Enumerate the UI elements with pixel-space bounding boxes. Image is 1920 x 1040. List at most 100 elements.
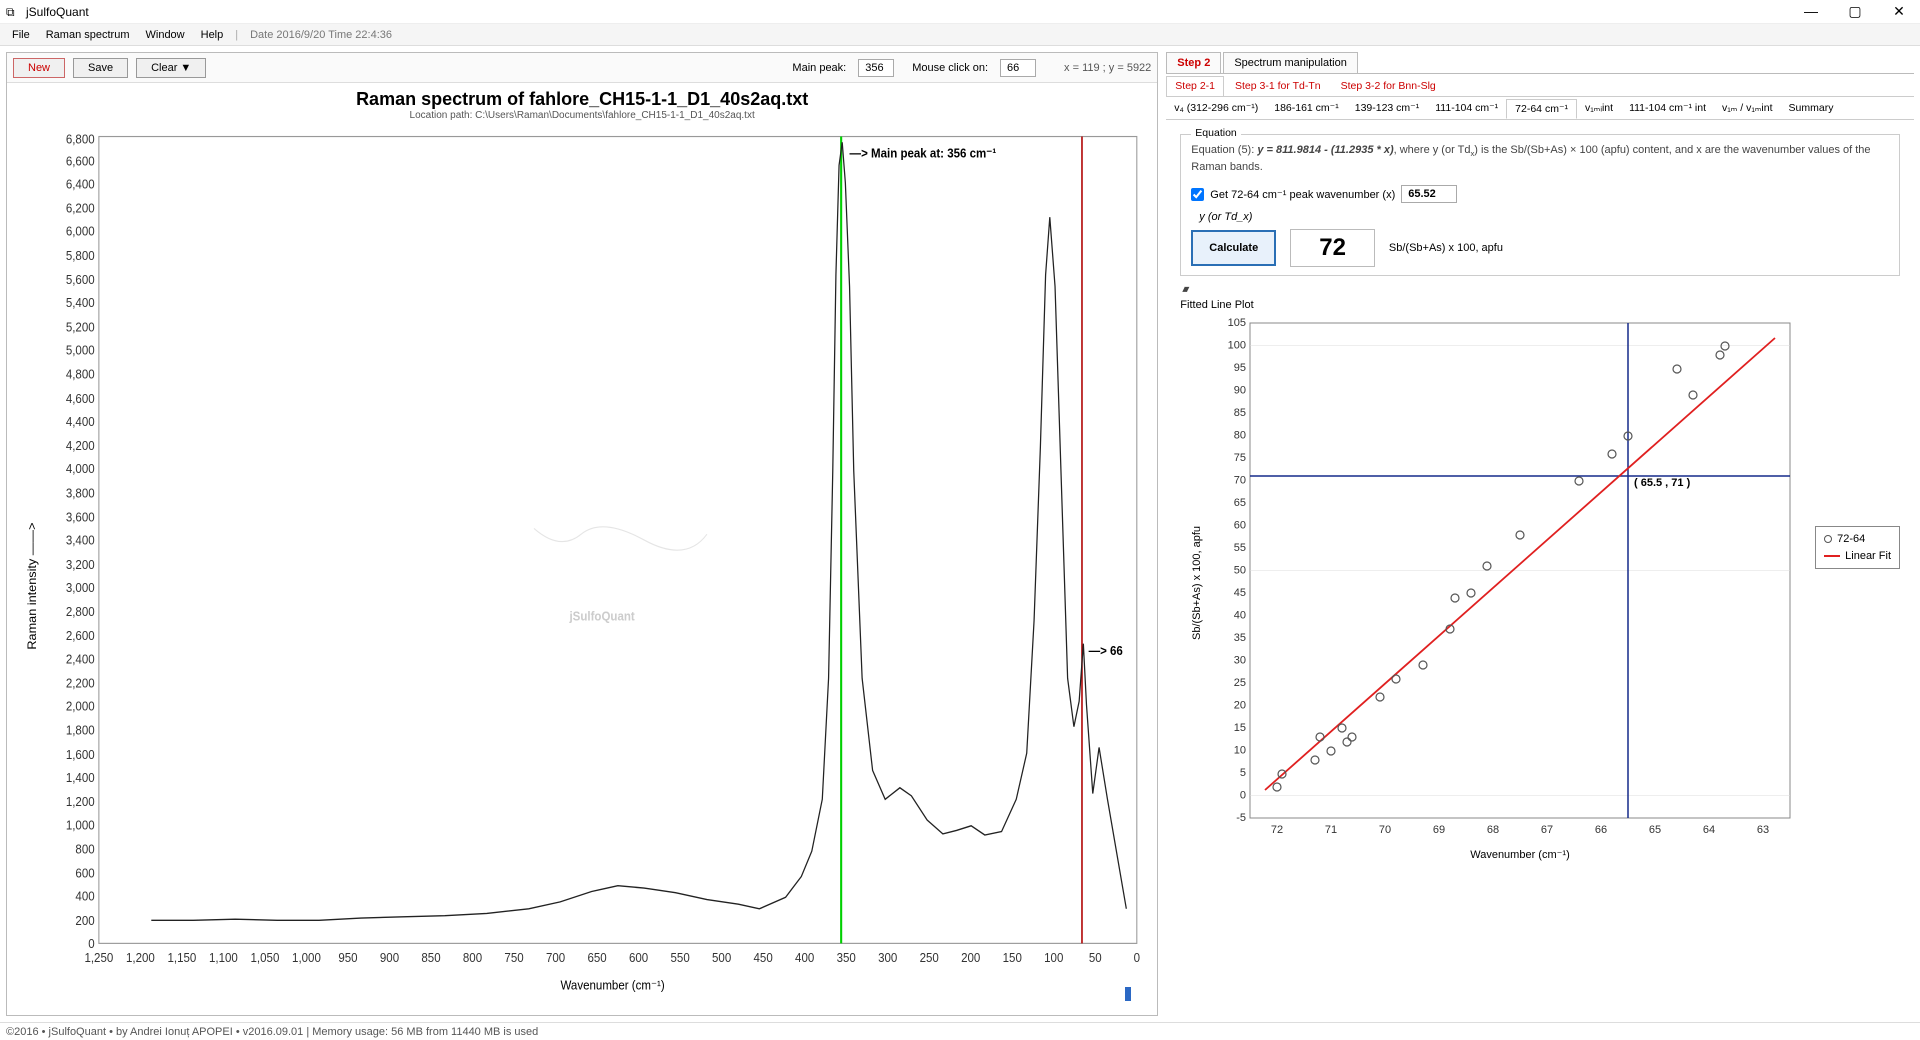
fitted-line-plot[interactable]: -5051015 2025303540 4550556065 707580859… — [1180, 313, 1820, 863]
collapse-toggle-icon[interactable]: ▴▾ — [1182, 284, 1900, 295]
main-peak-value[interactable]: 356 — [858, 59, 894, 77]
maximize-button[interactable]: ▢ — [1840, 3, 1870, 20]
svg-text:1,100: 1,100 — [209, 950, 238, 965]
svg-text:400: 400 — [75, 889, 94, 904]
svg-text:1,000: 1,000 — [292, 950, 321, 965]
menu-window[interactable]: Window — [138, 27, 193, 43]
new-button[interactable]: New — [13, 58, 65, 78]
svg-text:70: 70 — [1234, 475, 1246, 487]
mouse-click-label: Mouse click on: — [912, 62, 988, 74]
subtab-step21[interactable]: Step 2-1 — [1166, 76, 1224, 96]
svg-text:105: 105 — [1228, 317, 1246, 329]
svg-text:95: 95 — [1234, 362, 1246, 374]
result-label: Sb/(Sb+As) x 100, apfu — [1389, 242, 1503, 254]
tab-step2[interactable]: Step 2 — [1166, 52, 1221, 73]
menu-file[interactable]: File — [4, 27, 38, 43]
svg-text:25: 25 — [1234, 677, 1246, 689]
svg-text:50: 50 — [1234, 565, 1246, 577]
svg-text:1,200: 1,200 — [126, 950, 155, 965]
svg-text:800: 800 — [75, 842, 94, 857]
svg-text:4,000: 4,000 — [66, 462, 95, 477]
svg-text:65: 65 — [1649, 824, 1661, 836]
svg-text:55: 55 — [1234, 542, 1246, 554]
bandtab-v1m-int[interactable]: v₁ₘᵢint — [1577, 99, 1621, 119]
status-text: ©2016 • jSulfoQuant • by Andrei Ionuț AP… — [6, 1026, 538, 1038]
bandtab-v4[interactable]: v₄ (312-296 cm⁻¹) — [1166, 99, 1266, 119]
close-button[interactable]: ✕ — [1884, 3, 1914, 20]
svg-text:450: 450 — [754, 950, 773, 965]
spectrum-chart[interactable]: 0200400600800 1,0001,2001,4001,6001,800 … — [15, 125, 1147, 1001]
bandtab-72-64[interactable]: 72-64 cm⁻¹ — [1506, 99, 1577, 119]
menu-help[interactable]: Help — [193, 27, 232, 43]
svg-text:200: 200 — [75, 913, 94, 928]
svg-text:750: 750 — [504, 950, 523, 965]
svg-text:70: 70 — [1379, 824, 1391, 836]
fitted-ylabel: Sb/(Sb+As) x 100, apfu — [1191, 526, 1203, 640]
get-wavenumber-checkbox[interactable] — [1191, 188, 1204, 201]
bandtab-111-104-int[interactable]: 111-104 cm⁻¹ int — [1621, 99, 1714, 119]
svg-text:75: 75 — [1234, 452, 1246, 464]
svg-text:300: 300 — [878, 950, 897, 965]
wavenumber-x-input[interactable]: 65.52 — [1401, 185, 1457, 203]
svg-text:500: 500 — [712, 950, 731, 965]
bandtab-summary[interactable]: Summary — [1781, 99, 1842, 119]
save-button[interactable]: Save — [73, 58, 128, 78]
subtab-step32-bnnslg[interactable]: Step 3-2 for Bnn-Slg — [1332, 76, 1445, 96]
svg-text:5,600: 5,600 — [66, 273, 95, 288]
legend-marker-circle-icon — [1824, 535, 1832, 543]
svg-text:3,600: 3,600 — [66, 510, 95, 525]
svg-text:650: 650 — [587, 950, 606, 965]
svg-text:900: 900 — [380, 950, 399, 965]
svg-text:63: 63 — [1757, 824, 1769, 836]
svg-text:1,600: 1,600 — [66, 747, 95, 762]
scroll-indicator[interactable] — [1125, 987, 1131, 1001]
svg-text:2,000: 2,000 — [66, 699, 95, 714]
svg-text:600: 600 — [629, 950, 648, 965]
svg-text:85: 85 — [1234, 407, 1246, 419]
bandtab-139-123[interactable]: 139-123 cm⁻¹ — [1347, 99, 1428, 119]
subtab-step31-tdtn[interactable]: Step 3-1 for Td-Tn — [1226, 76, 1330, 96]
svg-text:20: 20 — [1234, 700, 1246, 712]
svg-text:3,800: 3,800 — [66, 486, 95, 501]
menu-raman-spectrum[interactable]: Raman spectrum — [38, 27, 138, 43]
svg-text:100: 100 — [1228, 340, 1246, 352]
calculate-button[interactable]: Calculate — [1191, 230, 1276, 266]
tab-spectrum-manip[interactable]: Spectrum manipulation — [1223, 52, 1358, 73]
svg-text:2,400: 2,400 — [66, 652, 95, 667]
clear-button[interactable]: Clear ▼ — [136, 58, 206, 78]
window-title: jSulfoQuant — [26, 5, 1796, 19]
svg-text:950: 950 — [338, 950, 357, 965]
bandtab-v1m-ratio[interactable]: v₁ₘ / v₁ₘint — [1714, 99, 1781, 119]
svg-text:64: 64 — [1703, 824, 1715, 836]
svg-text:68: 68 — [1487, 824, 1499, 836]
svg-text:550: 550 — [670, 950, 689, 965]
svg-text:5,800: 5,800 — [66, 248, 95, 263]
svg-text:850: 850 — [421, 950, 440, 965]
svg-text:5,400: 5,400 — [66, 296, 95, 311]
svg-text:40: 40 — [1234, 610, 1246, 622]
svg-text:69: 69 — [1433, 824, 1445, 836]
spectrum-panel: New Save Clear ▼ Main peak: 356 Mouse cl… — [6, 52, 1158, 1016]
minimize-button[interactable]: — — [1796, 3, 1826, 20]
svg-text:1,050: 1,050 — [251, 950, 280, 965]
svg-text:-5: -5 — [1237, 812, 1247, 824]
crosshair-label: ( 65.5 , 71 ) — [1634, 477, 1691, 489]
svg-text:72: 72 — [1271, 824, 1283, 836]
y-label: y (or Td_x) — [1199, 211, 1889, 223]
svg-text:600: 600 — [75, 866, 94, 881]
bandtab-186-161[interactable]: 186-161 cm⁻¹ — [1266, 99, 1347, 119]
svg-text:15: 15 — [1234, 722, 1246, 734]
svg-text:150: 150 — [1003, 950, 1022, 965]
svg-text:65: 65 — [1234, 497, 1246, 509]
svg-text:3,400: 3,400 — [66, 533, 95, 548]
svg-text:6,800: 6,800 — [66, 132, 95, 147]
svg-text:350: 350 — [837, 950, 856, 965]
svg-text:100: 100 — [1044, 950, 1063, 965]
mouse-click-value[interactable]: 66 — [1000, 59, 1036, 77]
xy-readout: x = 119 ; y = 5922 — [1064, 62, 1151, 74]
svg-text:0: 0 — [1240, 790, 1246, 802]
svg-text:3,000: 3,000 — [66, 580, 95, 595]
svg-text:250: 250 — [920, 950, 939, 965]
svg-text:35: 35 — [1234, 632, 1246, 644]
bandtab-111-104[interactable]: 111-104 cm⁻¹ — [1427, 99, 1506, 119]
